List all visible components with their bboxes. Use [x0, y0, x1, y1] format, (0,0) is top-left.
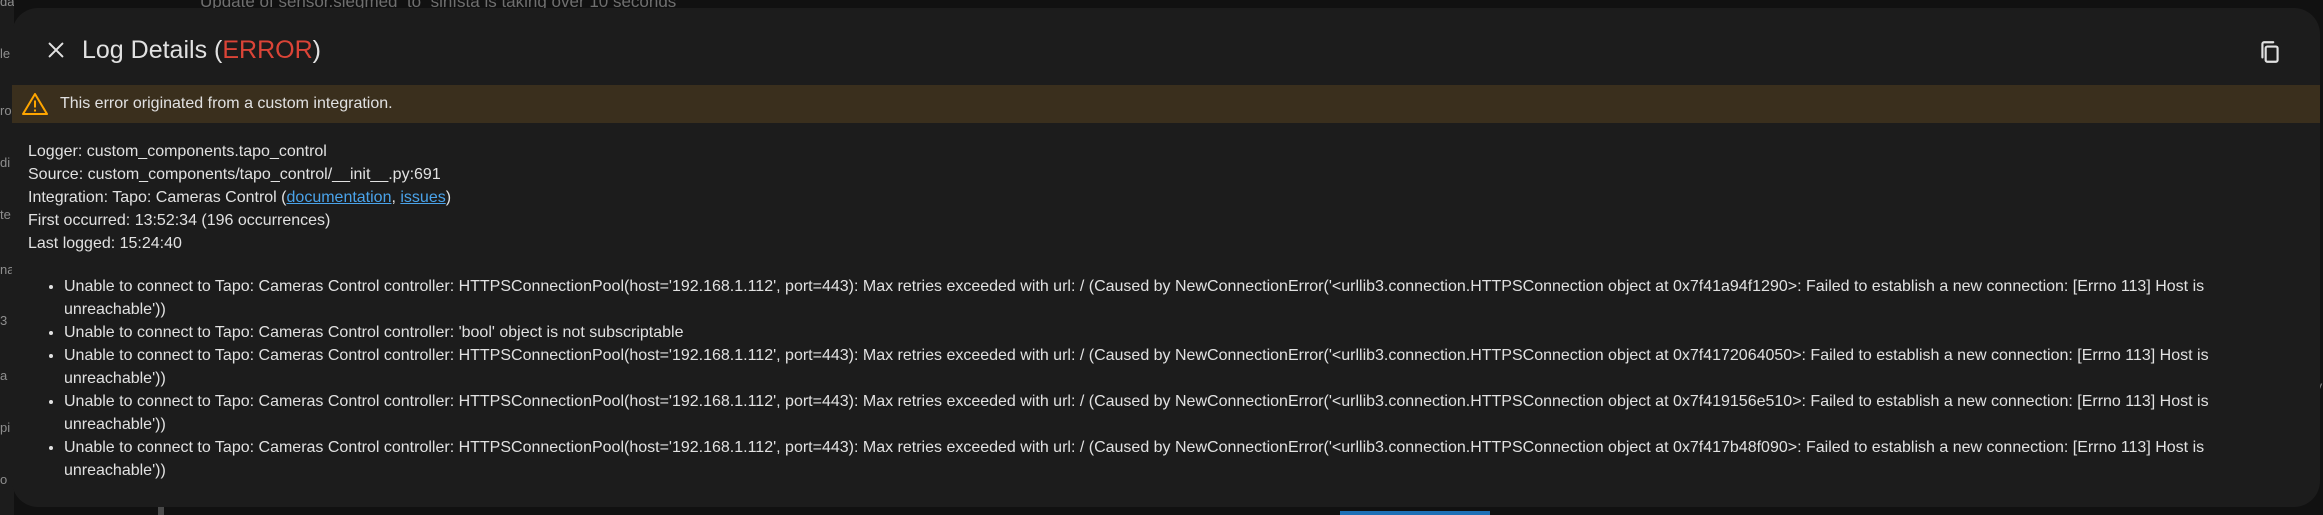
logger-label: Logger:: [28, 143, 87, 160]
sidebar-fragment[interactable]: le: [0, 46, 10, 61]
first-occurred-label: First occurred:: [28, 212, 135, 229]
logger-value: custom_components.tapo_control: [86, 143, 327, 160]
last-logged-row: Last logged: 15:24:40: [28, 232, 451, 255]
custom-integration-warning: This error originated from a custom inte…: [12, 85, 2320, 123]
close-paren: ): [445, 189, 452, 206]
source-label: Source:: [28, 166, 88, 183]
log-message: Unable to connect to Tapo: Cameras Contr…: [64, 321, 2288, 344]
source-value: custom_components/tapo_control/__init__.…: [87, 166, 441, 183]
dialog-header: Log Details (ERROR): [12, 8, 2320, 90]
sidebar-fragment[interactable]: te: [0, 207, 11, 222]
sidebar-fragment[interactable]: o: [0, 472, 7, 487]
integration-label: Integration:: [28, 189, 113, 206]
warning-text: This error originated from a custom inte…: [60, 95, 393, 112]
last-logged-value: 15:24:40: [119, 235, 182, 252]
log-message: Unable to connect to Tapo: Cameras Contr…: [64, 344, 2288, 390]
log-details-dialog: Log Details (ERROR) This error originate…: [12, 8, 2320, 507]
copy-button[interactable]: [2248, 30, 2292, 74]
log-level: ERROR: [222, 36, 313, 64]
logger-row: Logger: custom_components.tapo_control: [28, 140, 451, 163]
sidebar-fragment[interactable]: 3: [0, 313, 7, 328]
source-row: Source: custom_components/tapo_control/_…: [28, 163, 451, 186]
dialog-title: Log Details (ERROR): [82, 36, 321, 65]
close-button[interactable]: [34, 28, 78, 72]
integration-value: Tapo: Cameras Control: [112, 189, 277, 206]
sidebar-fragment[interactable]: di: [0, 155, 10, 170]
issues-link[interactable]: issues: [400, 189, 445, 206]
log-details: Logger: custom_components.tapo_control S…: [28, 140, 451, 255]
first-occurred-row: First occurred: 13:52:34 (196 occurrence…: [28, 209, 451, 232]
documentation-link[interactable]: documentation: [287, 189, 392, 206]
close-icon: [48, 42, 64, 58]
log-message: Unable to connect to Tapo: Cameras Contr…: [64, 436, 2288, 482]
sidebar-fragment[interactable]: ro: [0, 103, 12, 118]
sidebar-fragment[interactable]: a: [0, 368, 7, 383]
open-paren: (: [276, 189, 287, 206]
log-messages-list: Unable to connect to Tapo: Cameras Contr…: [28, 275, 2288, 482]
copy-icon: [2261, 41, 2279, 63]
first-occurred-value: 13:52:34 (196 occurrences): [134, 212, 331, 229]
last-logged-label: Last logged:: [28, 235, 120, 252]
title-suffix: ): [312, 36, 321, 64]
log-message: Unable to connect to Tapo: Cameras Contr…: [64, 275, 2288, 321]
background-accent-bar: [1340, 511, 1490, 515]
title-prefix: Log Details (: [82, 36, 223, 64]
sidebar-fragment[interactable]: pi: [0, 420, 10, 435]
warning-icon: [20, 89, 50, 119]
log-message: Unable to connect to Tapo: Cameras Contr…: [64, 390, 2288, 436]
integration-row: Integration: Tapo: Cameras Control (docu…: [28, 186, 451, 209]
